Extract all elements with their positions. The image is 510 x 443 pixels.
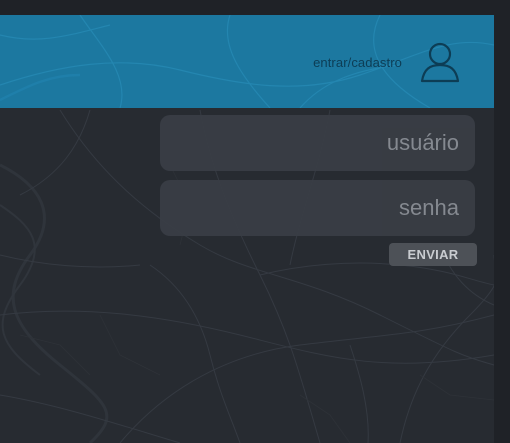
password-input[interactable] <box>160 180 475 236</box>
username-field[interactable] <box>160 115 475 171</box>
username-input[interactable] <box>160 115 475 171</box>
page-frame: entrar/cadastro ENVIAR <box>0 0 510 443</box>
submit-button[interactable]: ENVIAR <box>389 243 477 266</box>
map-panel: entrar/cadastro ENVIAR <box>0 15 494 443</box>
password-field[interactable] <box>160 180 475 236</box>
login-register-link[interactable]: entrar/cadastro <box>313 55 402 70</box>
top-bar: entrar/cadastro <box>0 15 494 108</box>
user-icon[interactable] <box>420 41 460 83</box>
